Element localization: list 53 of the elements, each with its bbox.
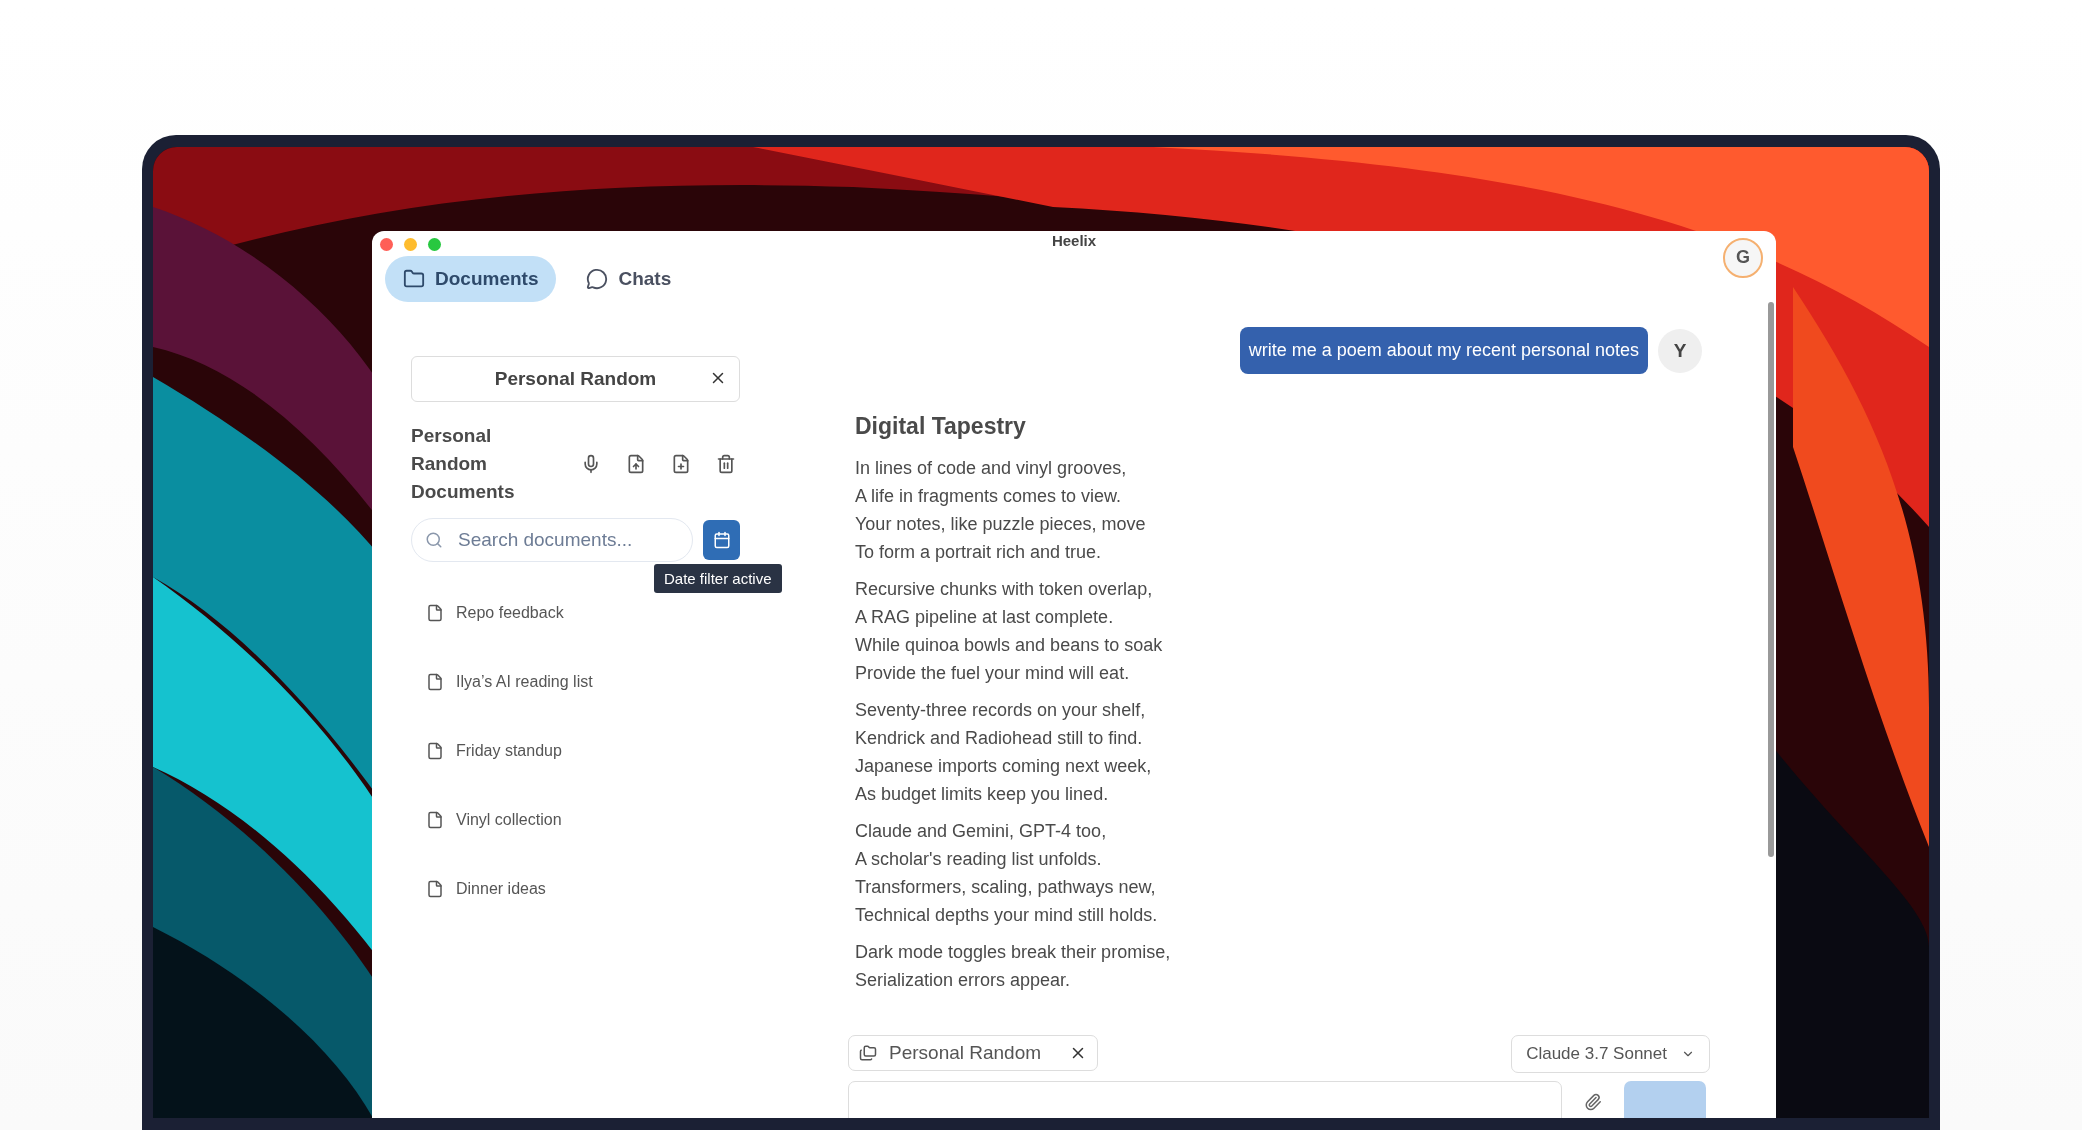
- poem-line: As budget limits keep you lined.: [855, 783, 1110, 806]
- trash-icon[interactable]: [716, 454, 736, 474]
- poem-line: Japanese imports coming next week,: [855, 755, 1153, 778]
- file-icon: [426, 810, 444, 829]
- poem-line: While quinoa bowls and beans to soak: [855, 634, 1164, 657]
- file-upload-icon[interactable]: [626, 454, 646, 474]
- folders-icon: [859, 1044, 877, 1062]
- poem-title: Digital Tapestry: [855, 413, 1027, 440]
- file-icon: [426, 741, 444, 760]
- chat-bubble-icon: [586, 268, 609, 290]
- poem-line: Claude and Gemini, GPT-4 too,: [855, 820, 1108, 843]
- microphone-icon[interactable]: [581, 454, 601, 474]
- user-avatar: Y: [1658, 328, 1702, 373]
- tooltip: Date filter active: [654, 564, 782, 593]
- poem-line: In lines of code and vinyl grooves,: [855, 457, 1128, 480]
- file-plus-icon[interactable]: [671, 454, 691, 474]
- model-select[interactable]: Claude 3.7 Sonnet: [1511, 1035, 1710, 1073]
- document-item[interactable]: Dinner ideas: [456, 879, 546, 898]
- poem-line: A RAG pipeline at last complete.: [855, 606, 1115, 629]
- document-item[interactable]: Vinyl collection: [456, 810, 562, 829]
- poem-line: Technical depths your mind still holds.: [855, 904, 1159, 927]
- poem-line: Provide the fuel your mind will eat.: [855, 662, 1131, 685]
- collection-name: Personal Random: [494, 368, 657, 390]
- tab[interactable]: Chats: [568, 256, 690, 302]
- window-title: Heelix: [1051, 231, 1097, 249]
- poem-line: Seventy-three records on your shelf,: [855, 699, 1147, 722]
- poem-line: Recursive chunks with token overlap,: [855, 578, 1154, 601]
- poem-line: Dark mode toggles break their promise,: [855, 941, 1172, 964]
- search-field[interactable]: Search documents...: [411, 518, 693, 562]
- file-icon: [426, 879, 444, 898]
- collection-heading: Personal Random Documents: [411, 424, 516, 504]
- poem-line: A life in fragments comes to view.: [855, 485, 1123, 508]
- poem-line: Serialization errors appear.: [855, 969, 1072, 992]
- tab[interactable]: Documents: [385, 256, 557, 302]
- user-message: write me a poem about my recent personal notes: [1239, 327, 1648, 374]
- document-item[interactable]: Friday standup: [456, 741, 562, 760]
- calendar-button[interactable]: [703, 520, 740, 560]
- file-icon: [426, 603, 444, 622]
- poem-line: Kendrick and Radiohead still to find.: [855, 727, 1144, 750]
- poem-line: Your notes, like puzzle pieces, move: [855, 513, 1147, 536]
- account-avatar[interactable]: G: [1723, 237, 1763, 278]
- poem-line: To form a portrait rich and true.: [855, 541, 1103, 564]
- poem-line: A scholar's reading list unfolds.: [855, 848, 1103, 871]
- search-icon: [425, 531, 443, 549]
- poem-line: Transformers, scaling, pathways new,: [855, 876, 1157, 899]
- context-name: Personal Random: [889, 1042, 1042, 1064]
- file-icon: [426, 672, 444, 691]
- document-item[interactable]: Ilya’s AI reading list: [456, 672, 593, 691]
- document-item[interactable]: Repo feedback: [456, 603, 564, 622]
- calendar-icon: [712, 531, 731, 549]
- message-input[interactable]: [848, 1081, 1562, 1118]
- paperclip-icon[interactable]: [1584, 1093, 1602, 1111]
- folder-icon: [403, 268, 425, 290]
